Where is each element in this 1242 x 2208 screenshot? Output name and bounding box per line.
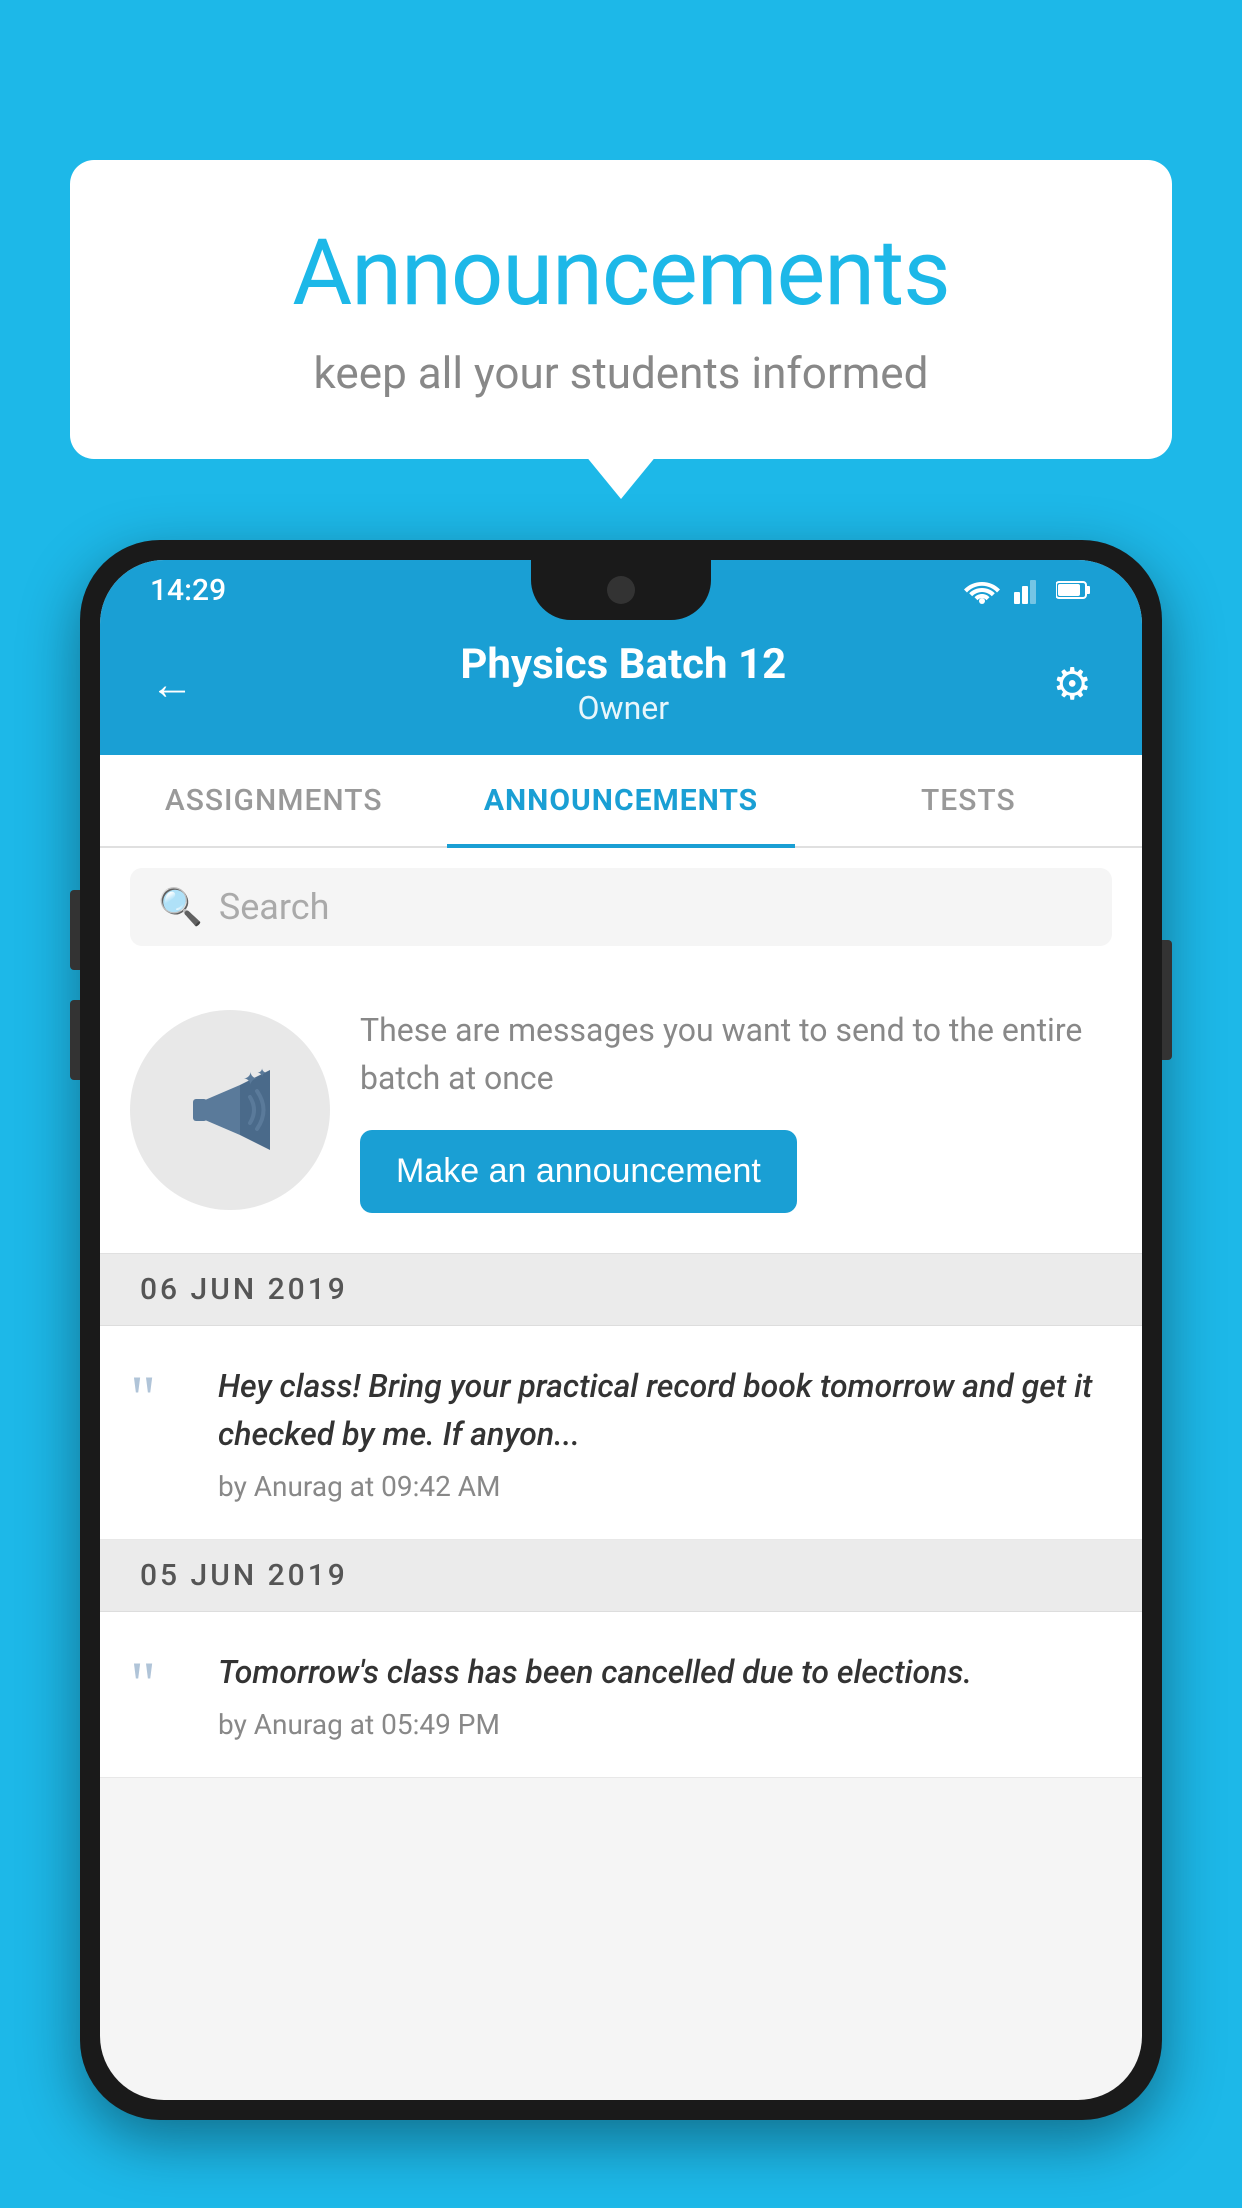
speech-bubble-container: Announcements keep all your students inf… xyxy=(70,160,1172,459)
date-separator-2: 05 JUN 2019 xyxy=(100,1540,1142,1612)
announcement-meta-1: by Anurag at 09:42 AM xyxy=(218,1470,1112,1503)
announcement-item-2: " Tomorrow's class has been cancelled du… xyxy=(100,1612,1142,1778)
search-icon: 🔍 xyxy=(158,886,203,928)
wifi-icon xyxy=(964,576,1000,604)
promo-right: These are messages you want to send to t… xyxy=(360,1006,1112,1213)
announcement-text-1: Hey class! Bring your practical record b… xyxy=(218,1362,1112,1458)
announcement-content-1: Hey class! Bring your practical record b… xyxy=(218,1362,1112,1503)
tab-assignments[interactable]: ASSIGNMENTS xyxy=(100,755,447,846)
search-input-wrapper[interactable]: 🔍 Search xyxy=(130,868,1112,946)
settings-icon[interactable]: ⚙ xyxy=(1053,658,1092,710)
status-icons xyxy=(964,576,1092,604)
tab-tests[interactable]: TESTS xyxy=(795,755,1142,846)
app-header: ← Physics Batch 12 Owner ⚙ xyxy=(100,620,1142,755)
search-bar: 🔍 Search xyxy=(100,848,1142,966)
tabs-bar: ASSIGNMENTS ANNOUNCEMENTS TESTS xyxy=(100,755,1142,848)
batch-name: Physics Batch 12 xyxy=(460,640,786,689)
phone-device: 14:29 xyxy=(80,540,1162,2120)
tab-announcements[interactable]: ANNOUNCEMENTS xyxy=(447,755,794,846)
promo-description: These are messages you want to send to t… xyxy=(360,1006,1112,1102)
announcement-text-2: Tomorrow's class has been cancelled due … xyxy=(218,1648,1112,1696)
user-role: Owner xyxy=(460,689,786,727)
phone-wrapper: 14:29 xyxy=(80,540,1162,2208)
megaphone-icon: ✦ ✦ xyxy=(175,1055,285,1165)
header-title-group: Physics Batch 12 Owner xyxy=(460,640,786,727)
make-announcement-button[interactable]: Make an announcement xyxy=(360,1130,797,1213)
svg-text:✦: ✦ xyxy=(243,1069,258,1090)
side-button-power xyxy=(1162,940,1172,1060)
bubble-title: Announcements xyxy=(110,220,1132,327)
status-time: 14:29 xyxy=(150,573,226,608)
announcement-item-1: " Hey class! Bring your practical record… xyxy=(100,1326,1142,1540)
bubble-subtitle: keep all your students informed xyxy=(110,347,1132,399)
side-button-vol-down xyxy=(70,1000,80,1080)
quote-icon-2: " xyxy=(130,1652,190,1716)
phone-camera xyxy=(607,576,635,604)
quote-icon-1: " xyxy=(130,1366,190,1430)
battery-icon xyxy=(1056,580,1092,600)
announcement-promo: ✦ ✦ These are messages you want to send … xyxy=(100,966,1142,1254)
announcement-content-2: Tomorrow's class has been cancelled due … xyxy=(218,1648,1112,1741)
promo-icon-circle: ✦ ✦ xyxy=(130,1010,330,1210)
search-placeholder: Search xyxy=(219,886,330,928)
phone-screen: 14:29 xyxy=(100,560,1142,2100)
back-button[interactable]: ← xyxy=(150,658,194,710)
announcement-meta-2: by Anurag at 05:49 PM xyxy=(218,1708,1112,1741)
date-separator-1: 06 JUN 2019 xyxy=(100,1254,1142,1326)
signal-icon xyxy=(1014,576,1042,604)
speech-bubble: Announcements keep all your students inf… xyxy=(70,160,1172,459)
side-button-vol-up xyxy=(70,890,80,970)
svg-text:✦: ✦ xyxy=(257,1066,267,1080)
screen-content: 🔍 Search xyxy=(100,848,1142,1778)
